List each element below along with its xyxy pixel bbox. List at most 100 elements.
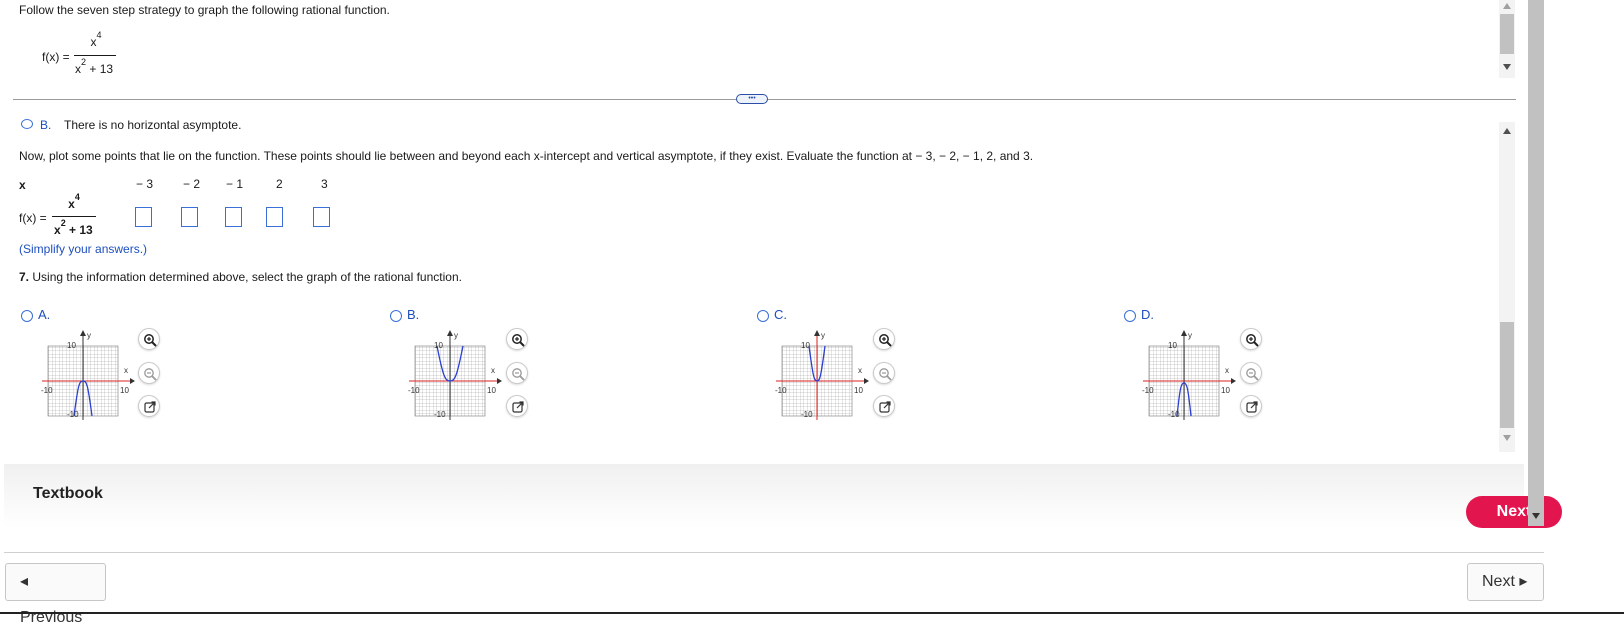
svg-text:10: 10: [67, 341, 76, 350]
x-value-4: 2: [276, 177, 283, 191]
work-scrollbar-thumb[interactable]: [1500, 322, 1514, 428]
plot-points-instruction: Now, plot some points that lie on the fu…: [19, 149, 1034, 163]
external-link-icon: [144, 401, 156, 413]
zoom-out-button-b[interactable]: [506, 362, 528, 384]
x-value-2: − 2: [183, 177, 201, 191]
graph-option-c[interactable]: x y 10 10 -10 -10: [772, 326, 882, 426]
scroll-up-icon[interactable]: [1502, 127, 1512, 135]
zoom-out-button-a[interactable]: [138, 362, 160, 384]
svg-text:10: 10: [487, 386, 496, 395]
popout-button-b[interactable]: [506, 395, 528, 417]
svg-text:y: y: [87, 331, 91, 340]
external-link-icon: [1246, 401, 1258, 413]
answer-input-x-3[interactable]: [313, 207, 330, 227]
step-b-text: There is no horizontal asymptote.: [64, 118, 242, 132]
page-scrollbar-thumb[interactable]: [1528, 0, 1544, 526]
function-numerator: x4: [90, 30, 102, 49]
bottom-divider: [4, 552, 1544, 553]
zoom-in-button-c[interactable]: [873, 328, 895, 350]
popout-button-a[interactable]: [138, 395, 160, 417]
zoom-in-icon: [144, 334, 157, 347]
zoom-out-button-d[interactable]: [1240, 362, 1262, 384]
x-value-5: 3: [321, 177, 328, 191]
scroll-down-icon[interactable]: [1502, 434, 1512, 442]
popout-button-d[interactable]: [1240, 395, 1262, 417]
svg-text:y: y: [1188, 331, 1192, 340]
footer-bar: [4, 464, 1524, 528]
radio-option-b[interactable]: [390, 310, 402, 322]
zoom-out-icon: [879, 368, 892, 381]
svg-text:-10: -10: [775, 386, 787, 395]
external-link-icon: [512, 401, 524, 413]
svg-text:-10: -10: [1142, 386, 1154, 395]
step-b-letter: B.: [40, 118, 52, 132]
option-c-label: C.: [774, 307, 787, 322]
svg-text:x: x: [1225, 366, 1229, 375]
svg-text:10: 10: [1221, 386, 1230, 395]
scroll-down-icon[interactable]: [1531, 512, 1541, 520]
svg-text:10: 10: [120, 386, 129, 395]
svg-text:-10: -10: [801, 410, 813, 419]
instruction-text: Follow the seven step strategy to graph …: [19, 3, 390, 17]
next-button[interactable]: Next: [1466, 496, 1562, 528]
graph-option-b[interactable]: x y 10 10 -10 -10: [405, 326, 515, 426]
next-question-button[interactable]: Next ▸: [1467, 563, 1544, 601]
external-link-icon: [879, 401, 891, 413]
radio-option-c[interactable]: [757, 310, 769, 322]
graph-option-d[interactable]: x y 10 10 -10 -10: [1139, 326, 1249, 426]
svg-text:y: y: [454, 331, 458, 340]
zoom-out-button-c[interactable]: [873, 362, 895, 384]
svg-text:-10: -10: [434, 410, 446, 419]
zoom-in-button-d[interactable]: [1240, 328, 1262, 350]
zoom-in-button-b[interactable]: [506, 328, 528, 350]
option-d-label: D.: [1141, 307, 1154, 322]
textbook-link[interactable]: Textbook: [33, 485, 103, 503]
splitter-handle[interactable]: •••: [736, 94, 768, 104]
fraction-bar: [74, 55, 116, 56]
step-7-question: 7. Using the information determined abov…: [19, 270, 462, 284]
popout-button-c[interactable]: [873, 395, 895, 417]
scroll-down-icon[interactable]: [1502, 63, 1512, 71]
svg-text:x: x: [124, 366, 128, 375]
svg-text:10: 10: [854, 386, 863, 395]
svg-text:-10: -10: [1168, 410, 1180, 419]
zoom-in-icon: [879, 334, 892, 347]
table-denominator: x2 + 13: [54, 218, 93, 237]
svg-text:10: 10: [801, 341, 810, 350]
top-scrollbar-thumb[interactable]: [1500, 14, 1514, 54]
zoom-in-button-a[interactable]: [138, 328, 160, 350]
simplify-note: (Simplify your answers.): [19, 242, 148, 256]
svg-text:-10: -10: [41, 386, 53, 395]
svg-text:y: y: [821, 331, 825, 340]
radio-option-a[interactable]: [21, 310, 33, 322]
table-fx-label: f(x) =: [19, 211, 47, 225]
function-name: f(x) =: [42, 50, 70, 64]
answer-input-x-neg3[interactable]: [135, 207, 152, 227]
svg-text:10: 10: [1168, 341, 1177, 350]
zoom-out-icon: [1246, 368, 1259, 381]
radio-step-b[interactable]: [21, 119, 33, 129]
previous-button[interactable]: ◂ Previous: [5, 563, 106, 626]
option-a-label: A.: [38, 307, 51, 322]
page-bottom-border: [0, 612, 1624, 614]
scroll-up-icon[interactable]: [1502, 2, 1512, 10]
svg-text:10: 10: [434, 341, 443, 350]
svg-text:-10: -10: [67, 410, 79, 419]
function-denominator: x2 + 13: [75, 57, 114, 76]
table-fraction-bar: [52, 216, 96, 217]
svg-text:x: x: [858, 366, 862, 375]
answer-input-x-2[interactable]: [266, 207, 283, 227]
x-value-3: − 1: [226, 177, 244, 191]
radio-option-d[interactable]: [1124, 310, 1136, 322]
graph-option-a[interactable]: x y 10 10 -10 -10: [38, 326, 148, 426]
table-numerator: x4: [68, 192, 80, 211]
option-b-label: B.: [407, 307, 420, 322]
answer-input-x-neg2[interactable]: [181, 207, 198, 227]
svg-text:-10: -10: [408, 386, 420, 395]
answer-input-x-neg1[interactable]: [225, 207, 242, 227]
table-x-header: x: [19, 178, 26, 192]
zoom-in-icon: [512, 334, 525, 347]
zoom-in-icon: [1246, 334, 1259, 347]
zoom-out-icon: [512, 368, 525, 381]
zoom-out-icon: [144, 368, 157, 381]
